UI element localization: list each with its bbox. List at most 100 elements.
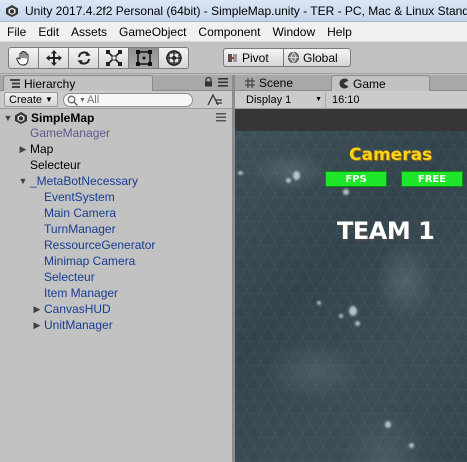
transform-tool-button[interactable] — [158, 47, 189, 69]
pivot-icon — [228, 53, 237, 62]
hierarchy-item[interactable]: ▶ UnitManager — [32, 317, 113, 333]
hierarchy-item-label: Item Manager — [44, 286, 119, 300]
display-dropdown[interactable]: Display 1 ▼ — [242, 91, 326, 108]
hierarchy-item[interactable]: EventSystem — [44, 189, 115, 205]
aspect-ratio-dropdown[interactable]: 16:10 — [326, 92, 416, 108]
hierarchy-toolbar: Create ▼ ▼ All — [0, 91, 232, 109]
global-toggle-button[interactable]: Global — [284, 48, 351, 67]
cloud-patch — [409, 443, 414, 448]
hierarchy-item[interactable]: TurnManager — [44, 221, 116, 237]
hierarchy-tree: ▼ SimpleMap GameManager ▶ Map Selecteur … — [0, 109, 232, 462]
cloud-patch — [317, 301, 321, 305]
hierarchy-item[interactable]: Selecteur — [44, 269, 95, 285]
scene-name: SimpleMap — [31, 110, 95, 125]
expand-arrow-icon[interactable]: ▼ — [18, 176, 28, 186]
rotate-tool-button[interactable] — [68, 47, 99, 69]
transform-tools — [8, 47, 189, 69]
hierarchy-item-label: Main Camera — [44, 206, 117, 220]
search-icon — [67, 95, 78, 106]
global-icon — [288, 52, 299, 63]
menu-assets[interactable]: Assets — [65, 25, 113, 39]
lock-icon[interactable] — [204, 77, 213, 87]
pivot-label: Pivot — [242, 50, 269, 65]
fps-camera-button[interactable]: FPS — [325, 171, 387, 187]
view-tab-bar: Scene Game — [235, 75, 467, 91]
hand-icon — [15, 51, 28, 66]
dropdown-arrow-icon: ▼ — [45, 95, 53, 104]
tab-scene-label: Scene — [259, 76, 294, 90]
move-tool-button[interactable] — [38, 47, 69, 69]
hierarchy-item[interactable]: ▶ Map — [18, 141, 54, 157]
hierarchy-filter-button[interactable] — [204, 92, 226, 107]
unity-scene-icon — [15, 111, 27, 124]
scale-tool-button[interactable] — [98, 47, 129, 69]
list-icon — [10, 79, 20, 88]
cloud-patch — [286, 178, 291, 183]
scene-header-row[interactable]: ▼ SimpleMap — [0, 109, 232, 126]
hierarchy-item[interactable]: Minimap Camera — [44, 253, 135, 269]
main-toolbar: Pivot Global — [0, 42, 467, 74]
tab-game[interactable]: Game — [331, 75, 430, 91]
hierarchy-item-label: EventSystem — [44, 190, 115, 204]
hierarchy-item[interactable]: Selecteur — [30, 157, 81, 173]
hierarchy-item[interactable]: Main Camera — [44, 205, 116, 221]
cloud-patch — [293, 171, 300, 180]
move-arrows-icon — [45, 50, 62, 66]
hierarchy-item[interactable]: GameManager — [30, 125, 110, 141]
menu-component[interactable]: Component — [192, 25, 266, 39]
rect-icon — [135, 50, 152, 66]
game-toolbar: Display 1 ▼ 16:10 — [235, 91, 467, 109]
search-dropdown-arrow-icon: ▼ — [79, 96, 86, 104]
menu-edit[interactable]: Edit — [32, 25, 65, 39]
cloud-patch — [339, 314, 343, 318]
rect-tool-button[interactable] — [128, 47, 159, 69]
collapsed-arrow-icon[interactable]: ▶ — [18, 144, 28, 155]
rotate-icon — [77, 51, 90, 65]
pivot-toggle-button[interactable]: Pivot — [223, 48, 284, 67]
hierarchy-tab-bar: Hierarchy — [0, 75, 232, 91]
create-label: Create — [9, 93, 43, 106]
collapsed-arrow-icon[interactable]: ▶ — [32, 304, 42, 315]
hierarchy-item-label: TurnManager — [44, 222, 116, 236]
hierarchy-item[interactable]: Item Manager — [44, 285, 118, 301]
menu-help[interactable]: Help — [321, 25, 358, 39]
hierarchy-item-label: Selecteur — [44, 270, 95, 284]
hand-tool-button[interactable] — [8, 47, 39, 69]
cloud-patch — [355, 321, 360, 326]
transform-icon — [165, 50, 182, 66]
expand-arrow-icon[interactable]: ▼ — [3, 113, 13, 123]
filter-icon — [207, 93, 222, 105]
hierarchy-item[interactable]: ▼ _MetaBotNecessary — [18, 173, 139, 189]
scene-grid-icon — [245, 78, 255, 88]
global-label: Global — [303, 50, 338, 65]
collapsed-arrow-icon[interactable]: ▶ — [32, 320, 42, 331]
scale-icon — [105, 50, 122, 66]
tab-hierarchy[interactable]: Hierarchy — [3, 75, 153, 91]
hierarchy-item-label: RessourceGenerator — [44, 238, 156, 252]
menu-bar: File Edit Assets GameObject Component Wi… — [0, 22, 467, 42]
unity-logo-icon — [6, 4, 18, 17]
search-placeholder: All — [86, 94, 100, 106]
display-label: Display 1 — [246, 93, 292, 106]
game-pacman-icon — [339, 78, 349, 89]
hierarchy-item-label: Map — [30, 142, 54, 156]
cloud-patch — [349, 306, 357, 316]
game-top-band — [235, 109, 467, 131]
window-title: Unity 2017.4.2f2 Personal (64bit) - Simp… — [25, 3, 467, 18]
hierarchy-item[interactable]: ▶ CanvasHUD — [32, 301, 111, 317]
menu-file[interactable]: File — [0, 25, 32, 39]
hierarchy-item-label: Minimap Camera — [44, 254, 136, 268]
hierarchy-search-input[interactable]: ▼ All — [63, 93, 193, 107]
free-camera-button[interactable]: FREE — [401, 171, 463, 187]
title-bar: Unity 2017.4.2f2 Personal (64bit) - Simp… — [0, 0, 467, 22]
menu-gameobject[interactable]: GameObject — [113, 25, 192, 39]
create-dropdown[interactable]: Create ▼ — [4, 92, 58, 107]
panel-menu-icon[interactable] — [218, 77, 228, 87]
dropdown-arrow-icon: ▼ — [315, 96, 322, 103]
menu-window[interactable]: Window — [266, 25, 321, 39]
game-viewport[interactable]: Cameras FPS FREE TEAM 1 — [235, 109, 467, 462]
cloud-patch — [385, 421, 391, 428]
tab-scene[interactable]: Scene — [239, 75, 331, 91]
hierarchy-item[interactable]: RessourceGenerator — [44, 237, 155, 253]
scene-menu-icon[interactable] — [216, 113, 226, 122]
